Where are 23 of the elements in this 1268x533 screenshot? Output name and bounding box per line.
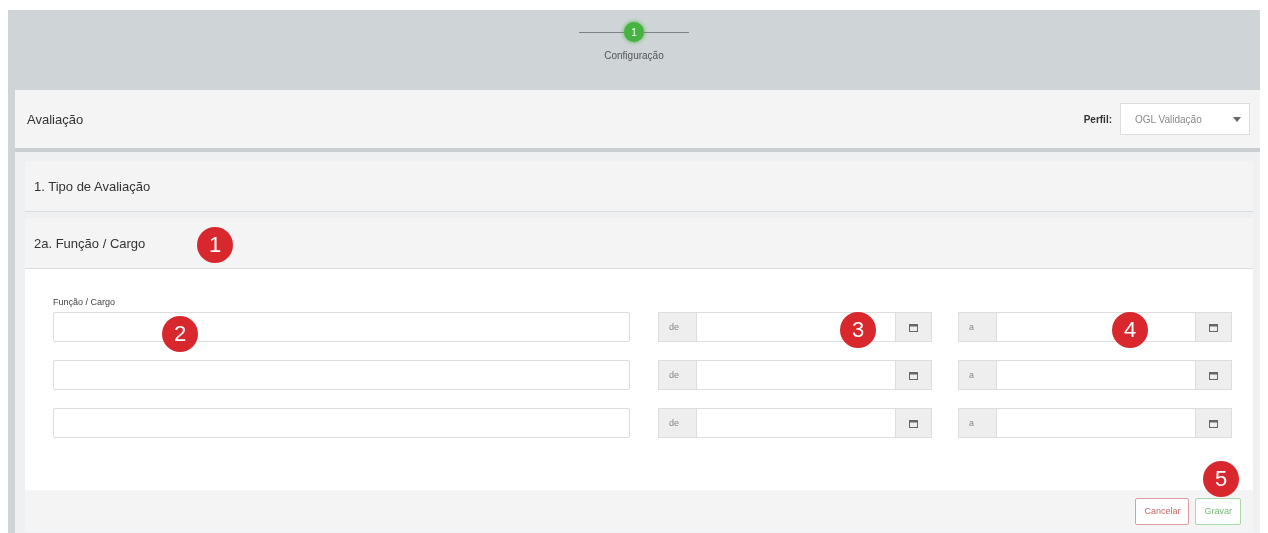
profile-label: Perfil: xyxy=(1083,113,1112,125)
cancel-button[interactable]: Cancelar xyxy=(1135,497,1190,525)
step-label: Configuração xyxy=(604,50,664,61)
date-field[interactable]: a xyxy=(958,360,1232,390)
caret-icon xyxy=(1233,116,1241,122)
input-field[interactable] xyxy=(53,360,630,390)
input-field[interactable] xyxy=(53,408,630,438)
save-button[interactable]: Gravar xyxy=(1195,497,1241,525)
calendar-icon[interactable] xyxy=(909,418,918,428)
section-header[interactable]: 1. Tipo de Avaliação xyxy=(25,161,1253,212)
input-field[interactable] xyxy=(53,312,630,342)
field-label: Função / Cargo xyxy=(53,297,116,307)
calendar-icon[interactable] xyxy=(909,322,918,332)
date-field[interactable]: de xyxy=(658,408,932,438)
date-field[interactable]: de xyxy=(658,360,932,390)
panel-title: Avaliação xyxy=(27,111,84,127)
calendar-icon[interactable] xyxy=(1209,322,1218,332)
calendar-icon[interactable] xyxy=(909,370,918,380)
date-field[interactable]: a xyxy=(958,408,1232,438)
calendar-icon[interactable] xyxy=(1209,418,1218,428)
profile-select[interactable]: OGL Validação xyxy=(1120,103,1250,135)
step-indicator: 1 xyxy=(624,22,644,42)
calendar-icon[interactable] xyxy=(1209,370,1218,380)
